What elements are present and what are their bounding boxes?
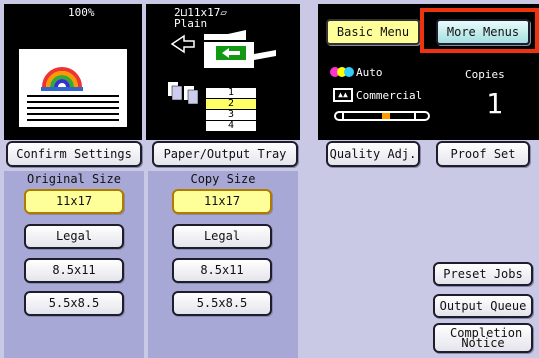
original-size-option[interactable]: 11x17	[24, 189, 124, 214]
original-size-option[interactable]: Legal	[24, 224, 124, 249]
tray-1: 1	[206, 88, 256, 98]
image-mode-icon: ▲▲	[333, 88, 353, 102]
scale-label: 100%	[68, 6, 95, 19]
proof-set-button[interactable]: Proof Set	[436, 141, 530, 167]
copies-label: Copies	[465, 68, 505, 81]
confirm-settings-button[interactable]: Confirm Settings	[6, 141, 142, 167]
completion-notice-button[interactable]: Completion Notice	[433, 323, 533, 353]
color-mode-icon	[330, 67, 356, 79]
tray-2: 2	[206, 99, 256, 109]
text-lines-graphic	[27, 95, 119, 121]
tray-3: 3	[206, 110, 256, 120]
image-mode-label: Commercial	[356, 89, 423, 102]
copy-size-option[interactable]: 5.5x8.5	[172, 291, 272, 316]
output-queue-button[interactable]: Output Queue	[433, 294, 533, 318]
density-bar	[334, 111, 430, 121]
completion-notice-label: Completion Notice	[450, 326, 523, 350]
output-tray-panel: 2⊔11x17▱ Plain 1 2 3 4	[146, 4, 300, 140]
more-menus-button[interactable]: More Menus	[436, 19, 530, 45]
copy-size-option[interactable]: 11x17	[172, 189, 272, 214]
copies-value: 1	[486, 87, 503, 120]
basic-menu-button[interactable]: Basic Menu	[326, 19, 420, 45]
paper-output-tray-button[interactable]: Paper/Output Tray	[152, 141, 298, 167]
original-size-header: Original Size	[27, 172, 121, 186]
rainbow-image-icon	[41, 53, 83, 91]
original-preview-panel: 100%	[4, 4, 142, 140]
original-size-option[interactable]: 8.5x11	[24, 258, 124, 283]
document-thumbnail	[19, 49, 127, 127]
preset-jobs-button[interactable]: Preset Jobs	[433, 262, 533, 286]
copy-size-option[interactable]: Legal	[172, 224, 272, 249]
quality-adj-button[interactable]: Quality Adj.	[326, 141, 420, 167]
tray-4: 4	[206, 121, 256, 131]
paper-type-label: Plain	[174, 17, 208, 30]
original-size-option[interactable]: 5.5x8.5	[24, 291, 124, 316]
copy-size-option[interactable]: 8.5x11	[172, 258, 272, 283]
copy-size-header: Copy Size	[190, 172, 256, 186]
color-mode-label: Auto	[356, 66, 383, 79]
